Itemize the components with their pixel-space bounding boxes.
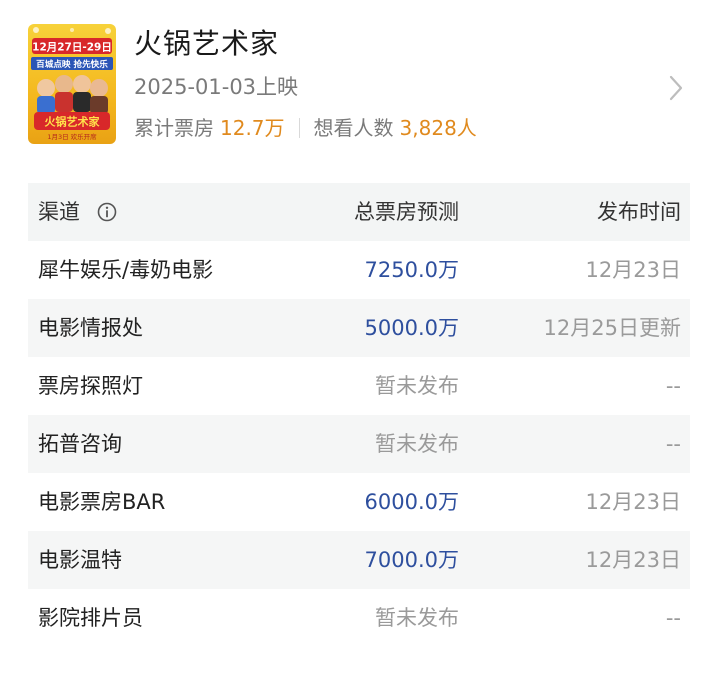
header-channel: 渠道 bbox=[38, 183, 117, 241]
poster-title: 火锅艺术家 bbox=[45, 115, 101, 129]
forecast-value: 暂未发布 bbox=[375, 374, 459, 398]
header-channel-label: 渠道 bbox=[38, 200, 80, 224]
publish-time: 12月23日 bbox=[585, 548, 681, 572]
box-office-label: 累计票房 bbox=[134, 116, 214, 140]
publish-time: -- bbox=[665, 606, 681, 630]
publish-time: 12月23日 bbox=[585, 258, 681, 282]
table-header-row: 渠道 总票房预测 发布时间 bbox=[28, 183, 690, 241]
want-label: 想看人数 bbox=[313, 116, 394, 140]
table-row[interactable]: 影院排片员 暂未发布 -- bbox=[28, 589, 690, 647]
channel-name: 电影情报处 bbox=[38, 316, 143, 340]
forecast-value: 6000.0万 bbox=[364, 490, 459, 514]
forecast-table: 渠道 总票房预测 发布时间 犀牛娱乐/毒奶电影 7250.0万 12月23日 电… bbox=[28, 183, 690, 647]
poster-dates: 12月27日-29日 bbox=[32, 42, 112, 54]
want-value: 3,828人 bbox=[399, 116, 477, 140]
forecast-value: 暂未发布 bbox=[375, 432, 459, 456]
table-row[interactable]: 犀牛娱乐/毒奶电影 7250.0万 12月23日 bbox=[28, 241, 690, 299]
table-row[interactable]: 电影温特 7000.0万 12月23日 bbox=[28, 531, 690, 589]
box-office-value: 12.7万 bbox=[220, 116, 285, 140]
forecast-value: 7000.0万 bbox=[364, 548, 459, 572]
header-forecast: 总票房预测 bbox=[354, 200, 459, 224]
channel-name: 电影温特 bbox=[38, 548, 122, 572]
publish-time: 12月25日更新 bbox=[543, 316, 681, 340]
table-row[interactable]: 票房探照灯 暂未发布 -- bbox=[28, 357, 690, 415]
channel-name: 电影票房BAR bbox=[38, 490, 166, 514]
channel-name: 犀牛娱乐/毒奶电影 bbox=[38, 258, 214, 282]
poster-line2: 百城点映 抢先快乐 bbox=[36, 58, 108, 70]
publish-time: -- bbox=[665, 374, 681, 398]
movie-poster: 12月27日-29日 百城点映 抢先快乐 火锅艺术家 1月3日 欢乐开席 bbox=[28, 24, 116, 144]
channel-name: 拓普咨询 bbox=[38, 432, 122, 456]
publish-time: 12月23日 bbox=[585, 490, 681, 514]
chevron-right-icon[interactable] bbox=[666, 74, 686, 102]
table-row[interactable]: 电影情报处 5000.0万 12月25日更新 bbox=[28, 299, 690, 357]
channel-name: 影院排片员 bbox=[38, 606, 143, 630]
header-publish-time: 发布时间 bbox=[597, 200, 681, 224]
publish-time: -- bbox=[665, 432, 681, 456]
forecast-value: 7250.0万 bbox=[364, 258, 459, 282]
forecast-value: 暂未发布 bbox=[375, 606, 459, 630]
poster-art: 12月27日-29日 百城点映 抢先快乐 火锅艺术家 1月3日 欢乐开席 bbox=[31, 27, 113, 141]
channel-name: 票房探照灯 bbox=[38, 374, 143, 398]
table-row[interactable]: 电影票房BAR 6000.0万 12月23日 bbox=[28, 473, 690, 531]
table-row[interactable]: 拓普咨询 暂未发布 -- bbox=[28, 415, 690, 473]
info-icon[interactable] bbox=[97, 202, 117, 222]
forecast-value: 5000.0万 bbox=[364, 316, 459, 340]
release-date: 2025-01-03上映 bbox=[134, 75, 299, 99]
stats-divider bbox=[298, 118, 300, 138]
movie-title: 火锅艺术家 bbox=[134, 27, 280, 60]
poster-bottom: 1月3日 欢乐开席 bbox=[47, 132, 97, 141]
movie-header[interactable]: 12月27日-29日 百城点映 抢先快乐 火锅艺术家 1月3日 欢乐开席 火锅艺… bbox=[28, 24, 690, 146]
movie-stats: 累计票房 12.7万 想看人数 3,828人 bbox=[134, 113, 477, 143]
